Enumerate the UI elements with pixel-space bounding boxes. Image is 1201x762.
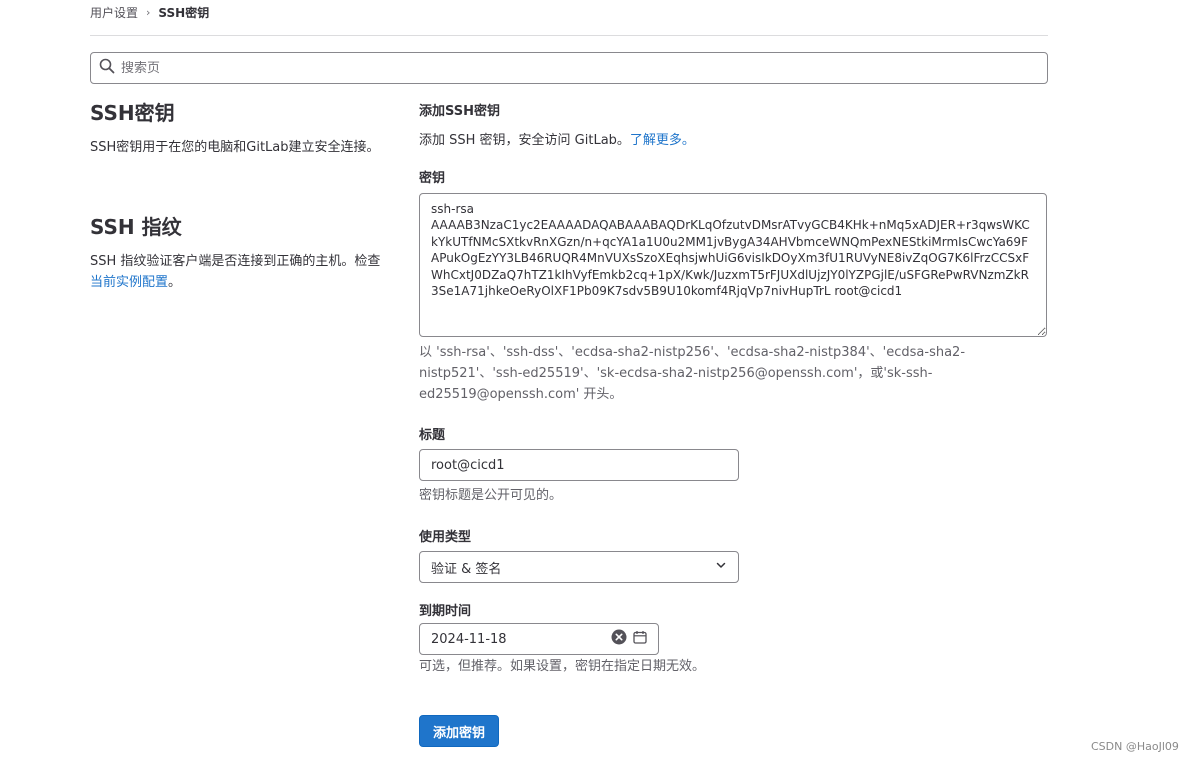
key-label: 密钥: [419, 171, 446, 186]
breadcrumb: 用户设置 › SSH密钥: [90, 4, 209, 21]
usage-type-label: 使用类型: [419, 530, 472, 545]
watermark: CSDN @HaoJl09: [1091, 740, 1179, 753]
chevron-down-icon: [715, 559, 727, 575]
expiration-help-text: 可选，但推荐。如果设置，密钥在指定日期无效。: [419, 659, 706, 674]
expiration-label: 到期时间: [419, 604, 472, 619]
usage-type-select[interactable]: 验证 & 签名: [419, 551, 739, 583]
title-field-wrapper: [419, 449, 1047, 481]
ssh-keys-title: SSH密钥: [90, 101, 175, 125]
key-textarea[interactable]: ssh-rsa AAAAB3NzaC1yc2EAAAADAQABAAABAQDr…: [419, 193, 1047, 337]
usage-type-value: 验证 & 签名: [431, 561, 502, 577]
header-divider: [90, 35, 1048, 36]
key-help-text: 以 'ssh-rsa'、'ssh-dss'、'ecdsa-sha2-nistp2…: [419, 345, 966, 402]
expiration-date-value: 2024-11-18: [431, 631, 507, 647]
calendar-icon[interactable]: [633, 630, 647, 648]
learn-more-link[interactable]: 了解更多。: [630, 133, 695, 148]
add-key-button[interactable]: 添加密钥: [419, 715, 499, 747]
ssh-fingerprints-section: SSH 指纹 SSH 指纹验证客户端是否连接到正确的主机。检查当前实例配置。: [90, 214, 385, 293]
title-label: 标题: [419, 428, 446, 443]
clear-icon[interactable]: [611, 629, 627, 649]
ssh-fingerprints-title: SSH 指纹: [90, 215, 182, 239]
search-box[interactable]: [90, 52, 1048, 84]
breadcrumb-parent[interactable]: 用户设置: [90, 4, 138, 21]
key-field-wrapper: ssh-rsa AAAAB3NzaC1yc2EAAAADAQABAAABAQDr…: [419, 193, 1047, 341]
expiration-wrapper: 2024-11-18: [419, 623, 1047, 655]
form-description: 添加 SSH 密钥，安全访问 GitLab。了解更多。: [419, 129, 1047, 148]
expiration-date-input[interactable]: 2024-11-18: [419, 623, 659, 655]
fingerprints-description-text: SSH 指纹验证客户端是否连接到正确的主机。检查: [90, 254, 381, 269]
breadcrumb-current[interactable]: SSH密钥: [158, 4, 209, 21]
breadcrumb-separator: ›: [146, 5, 151, 19]
title-help-text: 密钥标题是公开可见的。: [419, 488, 563, 503]
ssh-keys-section: SSH密钥 SSH密钥用于在您的电脑和GitLab建立安全连接。: [90, 100, 385, 158]
search-input[interactable]: [121, 60, 1047, 76]
instance-config-link[interactable]: 当前实例配置: [90, 275, 168, 290]
date-icons: [611, 629, 647, 649]
submit-wrapper: 添加密钥: [419, 715, 1047, 747]
fingerprints-description-suffix: 。: [168, 275, 182, 290]
ssh-keys-description: SSH密钥用于在您的电脑和GitLab建立安全连接。: [90, 140, 380, 155]
form-description-text: 添加 SSH 密钥，安全访问 GitLab。: [419, 133, 630, 148]
search-icon: [99, 58, 115, 78]
ssh-fingerprints-description: SSH 指纹验证客户端是否连接到正确的主机。检查当前实例配置。: [90, 251, 385, 293]
title-input[interactable]: [419, 449, 739, 481]
form-heading: 添加SSH密钥: [419, 104, 501, 119]
usage-type-wrapper: 验证 & 签名: [419, 551, 1047, 583]
